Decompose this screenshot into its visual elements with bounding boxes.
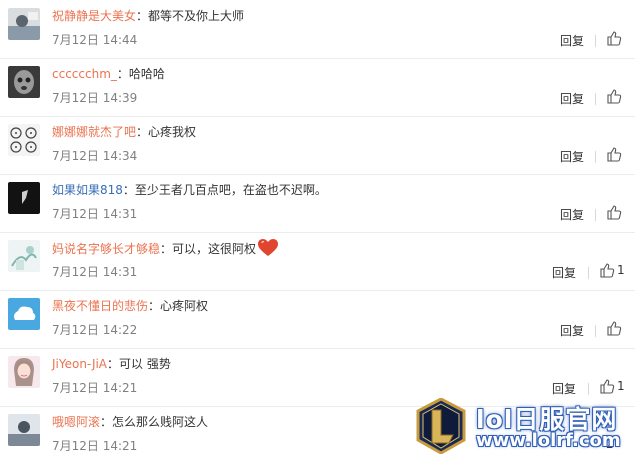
thumbs-up-icon [607,147,622,162]
thumbs-up-icon [607,89,622,104]
reply-button[interactable]: 回复 [560,90,584,107]
comment-list: 祝静静是大美女：都等不及你上大师 7月12日 14:44 回复 cccccchm… [0,0,635,462]
comment-item: cccccchm_：哈哈哈 7月12日 14:39 回复 [0,58,635,117]
timestamp: 7月12日 14:22 [52,323,138,337]
comment-text: 哦嗯阿滚：怎么那么贱阿这人 [52,413,208,430]
reply-button[interactable]: 回复 [560,206,584,223]
username-link[interactable]: cccccchm_ [52,67,117,81]
avatar[interactable] [8,124,40,156]
comment-body: ：心疼阿权 [148,299,209,313]
reply-button[interactable]: 回复 [560,32,584,49]
timestamp: 7月12日 14:21 [52,439,138,453]
timestamp: 7月12日 14:44 [52,33,138,47]
comment-body: ：怎么那么贱阿这人 [100,415,209,429]
like-button[interactable] [606,320,628,336]
divider [595,209,596,221]
timestamp: 7月12日 14:31 [52,207,138,221]
divider [595,35,596,47]
divider [595,93,596,105]
thumbs-up-icon [607,31,622,46]
avatar[interactable] [8,298,40,330]
avatar[interactable] [8,356,40,388]
comment-body: ：可以，这很阿权 [160,242,257,256]
thumbs-up-icon [607,321,622,336]
comment-body: ：至少王者几百点吧，在盗也不迟啊。 [122,183,327,197]
heart-emoji-icon [258,239,279,256]
comment-text: 娜娜娜就杰了吧：心疼我权 [52,123,196,140]
timestamp: 7月12日 14:39 [52,91,138,105]
like-button[interactable]: 1 [599,262,629,278]
username-link[interactable]: 哦嗯阿滚 [52,415,100,429]
reply-button[interactable]: 回复 [552,380,576,397]
username-link[interactable]: JiYeon-JiA [52,357,107,371]
username-link[interactable]: 娜娜娜就杰了吧 [52,125,136,139]
timestamp: 7月12日 14:21 [52,381,138,395]
like-button[interactable]: 1 [599,378,629,394]
avatar[interactable] [8,66,40,98]
comment-item: 娜娜娜就杰了吧：心疼我权 7月12日 14:34 回复 [0,116,635,175]
comment-text: JiYeon-JiA：可以 强势 [52,355,171,372]
comment-item: 妈说名字够长才够稳：可以，这很阿权 7月12日 14:31 回复 1 [0,232,635,291]
comment-item: 如果如果818：至少王者几百点吧，在盗也不迟啊。 7月12日 14:31 回复 [0,174,635,233]
like-count: 1 [617,379,625,393]
comment-text: cccccchm_：哈哈哈 [52,65,165,82]
username-link[interactable]: 如果如果818 [52,183,123,197]
comment-item: 祝静静是大美女：都等不及你上大师 7月12日 14:44 回复 [0,0,635,59]
timestamp: 7月12日 14:31 [52,265,138,279]
watermark-url: www.lolrf.com [476,430,621,451]
divider [595,325,596,337]
divider [595,151,596,163]
league-of-legends-logo-icon [416,398,466,454]
thumbs-up-icon [600,379,615,394]
username-link[interactable]: 祝静静是大美女 [52,9,136,23]
avatar[interactable] [8,182,40,214]
reply-button[interactable]: 回复 [560,322,584,339]
comment-body: ：可以 强势 [107,357,171,371]
comment-text: 黑夜不懂日的悲伤：心疼阿权 [52,297,208,314]
comment-text: 如果如果818：至少王者几百点吧，在盗也不迟啊。 [52,181,327,198]
like-button[interactable] [606,88,628,104]
avatar[interactable] [8,240,40,272]
thumbs-up-icon [600,263,615,278]
comment-text: 妈说名字够长才够稳：可以，这很阿权 [52,239,279,257]
like-count: 1 [617,263,625,277]
avatar[interactable] [8,8,40,40]
divider [588,267,589,279]
divider [588,383,589,395]
comment-body: ：心疼我权 [136,125,197,139]
comment-body: ：哈哈哈 [116,67,165,81]
like-button[interactable] [606,146,628,162]
username-link[interactable]: 黑夜不懂日的悲伤 [52,299,148,313]
like-button[interactable] [606,204,628,220]
thumbs-up-icon [607,205,622,220]
timestamp: 7月12日 14:34 [52,149,138,163]
like-button[interactable] [606,30,628,46]
comment-body: ：都等不及你上大师 [136,9,245,23]
reply-button[interactable]: 回复 [560,148,584,165]
username-link[interactable]: 妈说名字够长才够稳 [52,242,160,256]
comment-text: 祝静静是大美女：都等不及你上大师 [52,7,244,24]
reply-button[interactable]: 回复 [552,264,576,281]
avatar[interactable] [8,414,40,446]
comment-item: 黑夜不懂日的悲伤：心疼阿权 7月12日 14:22 回复 [0,290,635,349]
site-watermark: lol日服官网 www.lolrf.com [416,398,631,456]
